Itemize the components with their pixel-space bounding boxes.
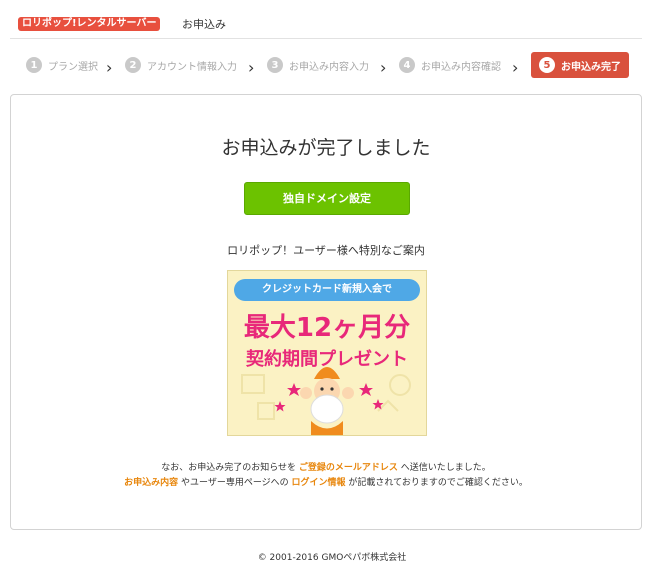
step-number: 5 (539, 57, 555, 73)
notice-text: やユーザー専用ページへの (181, 478, 289, 488)
banner-subheadline: 契約期間プレゼント (246, 349, 408, 370)
completion-panel: お申込みが完了しました 独自ドメイン設定 ロリポップ！ユーザー様へ特別なご案内 (10, 94, 642, 530)
step-number: 1 (26, 57, 42, 73)
step-1: 1 プラン選択 (26, 52, 98, 78)
banner-headline: 最大12ヶ月分 (243, 313, 411, 343)
lolipop-logo[interactable]: ロリポップ!レンタルサーバー (18, 17, 161, 31)
completion-notice: なお、お申込み完了のお知らせを ご登録のメールアドレス へ送信いたしました。 お… (11, 461, 641, 491)
step-4: 4 お申込み内容確認 (399, 52, 501, 78)
banner-ribbon: クレジットカード新規入会で (234, 279, 420, 301)
login-info-highlight: ログイン情報 (291, 478, 346, 488)
step-number: 2 (125, 57, 141, 73)
step-number: 4 (399, 57, 415, 73)
application-details-highlight: お申込み内容 (124, 478, 179, 488)
mascot (300, 367, 354, 435)
step-5-active: 5 お申込み完了 (531, 52, 629, 78)
notice-text: が記載されておりますのでご確認ください。 (348, 478, 528, 488)
chevron-right-icon: › (106, 58, 113, 77)
registered-email-highlight: ご登録のメールアドレス (298, 463, 398, 473)
special-guide-text: ロリポップ！ユーザー様へ特別なご案内 (227, 244, 425, 257)
completion-heading: お申込みが完了しました (221, 137, 431, 159)
step-label: お申込み完了 (561, 61, 621, 73)
chevron-right-icon: › (512, 58, 519, 77)
step-label: お申込み内容入力 (289, 61, 369, 73)
step-indicator: 1 プラン選択 › 2 アカウント情報入力 › 3 お申込み内容入力 › 4 お… (10, 52, 642, 78)
chevron-right-icon: › (380, 58, 387, 77)
step-number: 3 (267, 57, 283, 73)
header: ロリポップ!レンタルサーバー お申込み (10, 8, 642, 39)
page-title: お申込み (182, 18, 226, 31)
credit-card-campaign-banner[interactable]: クレジットカード新規入会で 最大12ヶ月分 契約期間プレゼント (227, 270, 427, 436)
step-3: 3 お申込み内容入力 (267, 52, 369, 78)
chevron-right-icon: › (248, 58, 255, 77)
notice-text: なお、お申込み完了のお知らせを (161, 463, 297, 473)
domain-settings-button[interactable]: 独自ドメイン設定 (244, 182, 410, 215)
footer-copyright: © 2001-2016 GMOペパボ株式会社 (257, 553, 407, 563)
step-label: お申込み内容確認 (421, 61, 501, 73)
notice-line-2: お申込み内容 やユーザー専用ページへの ログイン情報 が記載されておりますのでご… (11, 476, 641, 491)
step-2: 2 アカウント情報入力 (125, 52, 237, 78)
step-label: アカウント情報入力 (147, 61, 237, 73)
notice-line-1: なお、お申込み完了のお知らせを ご登録のメールアドレス へ送信いたしました。 (11, 461, 641, 476)
notice-text: へ送信いたしました。 (400, 463, 491, 473)
step-label: プラン選択 (48, 61, 98, 73)
